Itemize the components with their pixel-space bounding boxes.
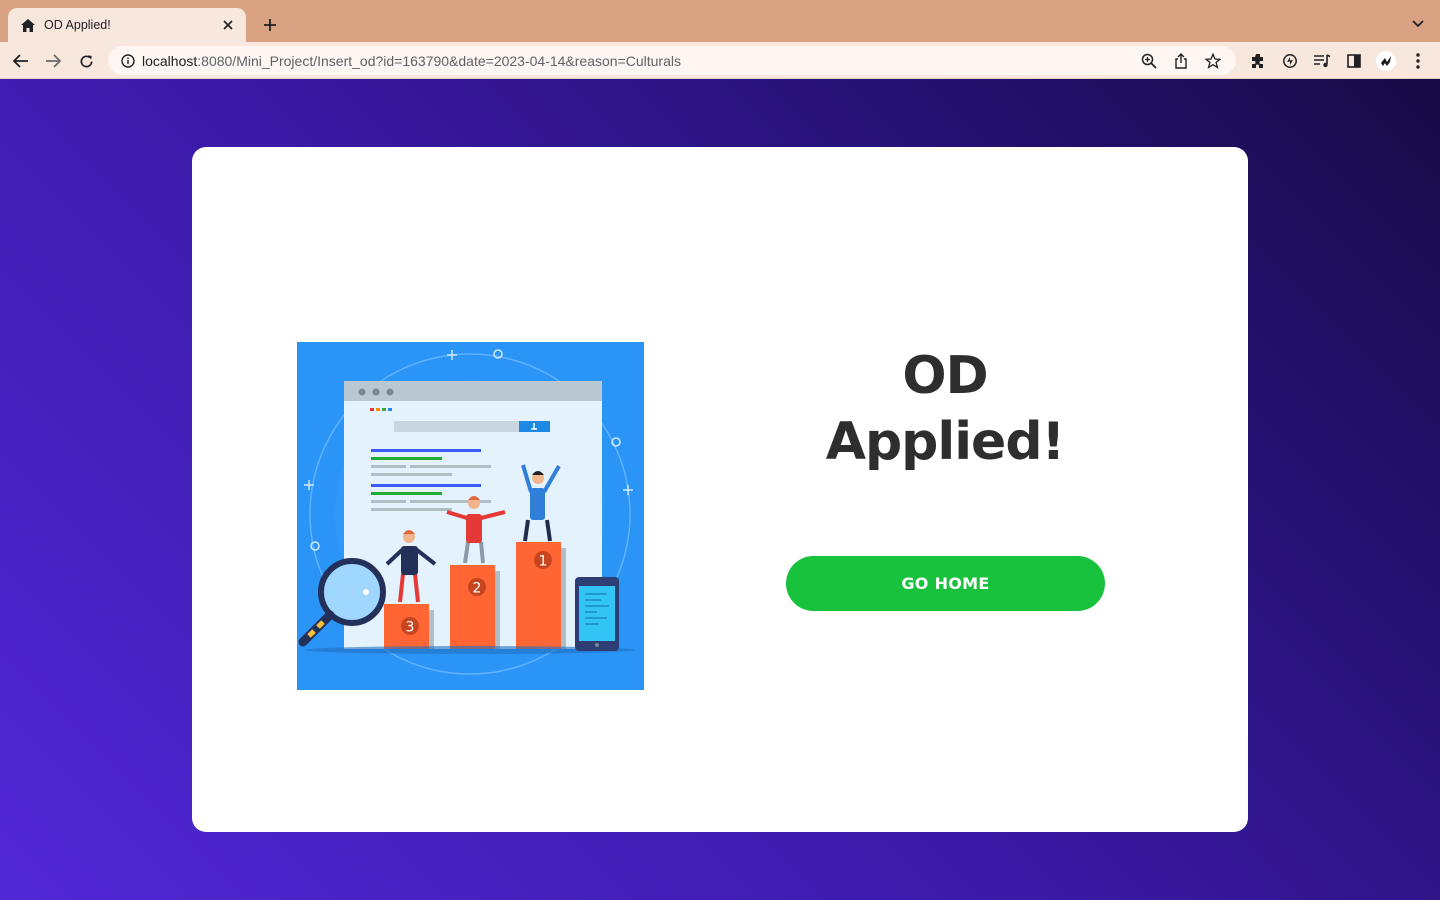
reload-icon[interactable] (73, 48, 99, 74)
podium-label-2: 2 (473, 581, 482, 597)
confirmation-card: 1 2 3 OD Applied! GO HOME (192, 147, 1248, 832)
extensions-icon[interactable] (1245, 48, 1271, 74)
page-title: OD Applied! (792, 343, 1098, 475)
tab-strip: OD Applied! (0, 0, 1440, 42)
chevron-down-icon[interactable] (1408, 14, 1428, 34)
plus-icon[interactable] (258, 13, 282, 37)
url-text[interactable]: localhost:8080/Mini_Project/Insert_od?id… (142, 53, 1130, 69)
menu-icon[interactable] (1405, 48, 1431, 74)
profile-avatar[interactable] (1373, 48, 1399, 74)
podium-label-1: 1 (539, 554, 548, 570)
url-host: localhost (142, 52, 198, 69)
forward-arrow-icon[interactable] (40, 48, 66, 74)
title-line-2: Applied! (825, 412, 1066, 472)
sync-icon[interactable] (1277, 48, 1303, 74)
back-arrow-icon[interactable] (8, 48, 34, 74)
browser-toolbar: localhost:8080/Mini_Project/Insert_od?id… (0, 42, 1440, 79)
side-panel-icon[interactable] (1341, 48, 1367, 74)
podium-label-3: 3 (406, 620, 415, 636)
page-background: 1 2 3 OD Applied! GO HOME (0, 79, 1440, 900)
star-icon[interactable] (1200, 48, 1226, 74)
home-icon (20, 17, 36, 33)
zoom-icon[interactable] (1136, 48, 1162, 74)
share-icon[interactable] (1168, 48, 1194, 74)
media-icon[interactable] (1309, 48, 1335, 74)
go-home-button[interactable]: GO HOME (786, 556, 1105, 611)
address-bar[interactable]: localhost:8080/Mini_Project/Insert_od?id… (108, 46, 1236, 75)
podium-illustration: 1 2 3 (297, 342, 644, 690)
url-path: :8080/Mini_Project/Insert_od?id=163790&d… (197, 52, 681, 69)
tab-active[interactable]: OD Applied! (8, 8, 246, 42)
title-line-1: OD (902, 346, 988, 406)
info-icon[interactable] (120, 53, 136, 69)
tab-title: OD Applied! (44, 18, 111, 32)
close-icon[interactable] (220, 17, 236, 33)
